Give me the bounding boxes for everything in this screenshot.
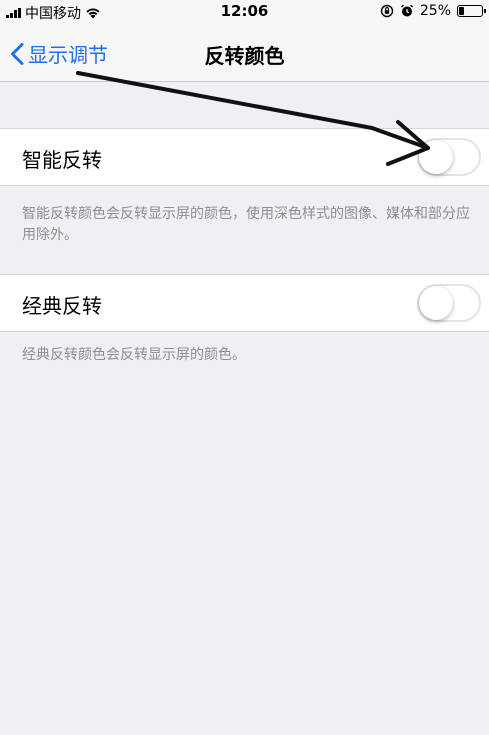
orientation-lock-icon — [380, 4, 394, 18]
battery-icon — [457, 5, 486, 17]
page-title: 反转颜色 — [204, 44, 285, 68]
battery-percent: 25% — [419, 3, 451, 19]
toggle-knob — [419, 286, 453, 320]
status-bar: 中国移动 12:06 25% — [0, 0, 489, 22]
alarm-icon — [400, 4, 413, 17]
toggle-knob — [419, 140, 453, 174]
classic-invert-toggle[interactable] — [417, 284, 481, 322]
classic-invert-row: 经典反转 — [0, 274, 489, 332]
hand-drawn-arrow-icon — [76, 71, 430, 166]
battery-fill — [459, 7, 464, 15]
classic-invert-footer: 经典反转颜色会反转显示屏的颜色。 — [22, 347, 246, 363]
classic-invert-label: 经典反转 — [22, 294, 102, 318]
smart-invert-footer: 智能反转颜色会反转显示屏的颜色，使用深色样式的图像、媒体和部分应用除外。 — [22, 206, 470, 243]
navigation-bar: 显示调节 反转颜色 — [0, 22, 489, 82]
smart-invert-label: 智能反转 — [22, 148, 102, 172]
smart-invert-toggle[interactable] — [417, 138, 481, 176]
smart-invert-row: 智能反转 — [0, 128, 489, 186]
status-right: 25% — [380, 3, 486, 19]
